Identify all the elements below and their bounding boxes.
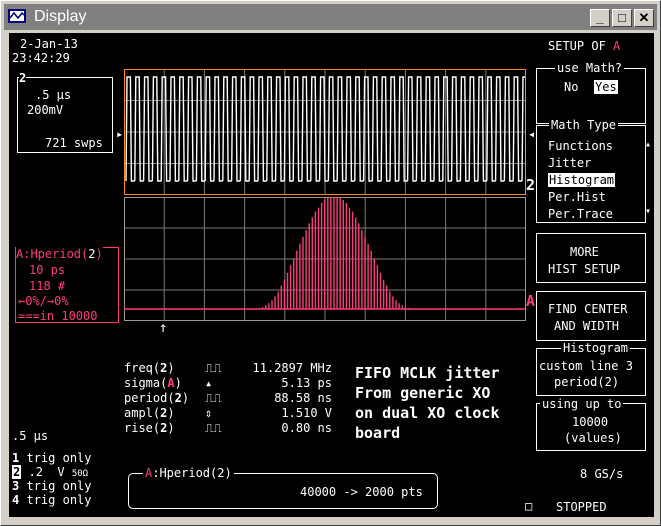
measurement-name: freq(2) bbox=[124, 361, 175, 375]
measurement-value: 1.510 V bbox=[281, 406, 332, 420]
display-app-icon bbox=[8, 9, 26, 23]
setup-trace: A bbox=[613, 39, 621, 53]
upper-trace-marker: 2 bbox=[526, 176, 536, 194]
setup-label: SETUP OF A bbox=[548, 39, 621, 53]
measurement-name: rise(2) bbox=[124, 421, 175, 435]
using-up-to-unit: (values) bbox=[564, 431, 622, 445]
title-bar[interactable]: Display _ □ ✕ bbox=[4, 4, 657, 30]
use-math-menu[interactable] bbox=[536, 68, 646, 124]
time-readout: 23:42:29 bbox=[12, 51, 70, 65]
math-type-title: Math Type bbox=[549, 118, 619, 132]
acquisition-status: STOPPED bbox=[556, 500, 607, 514]
find-center-button[interactable] bbox=[536, 291, 646, 341]
measurement-value: 88.58 ns bbox=[274, 391, 332, 405]
use-math-no[interactable]: No bbox=[564, 80, 578, 94]
math-type-histogram[interactable]: Histogram bbox=[548, 173, 616, 187]
ch1-status[interactable]: 1 trig only bbox=[12, 451, 92, 465]
find-center-line2: AND WIDTH bbox=[554, 319, 620, 333]
math-type-functions[interactable]: Functions bbox=[548, 139, 613, 153]
hist-overflow: ←0%/→0% bbox=[18, 294, 69, 308]
hist-source-value: 40000 -> 2000 pts bbox=[300, 485, 423, 499]
channel-volts: 200mV bbox=[27, 103, 64, 117]
math-type-jitter[interactable]: Jitter bbox=[548, 156, 591, 170]
measurement-icon: ⎍⎍ bbox=[205, 391, 222, 405]
measurement-value: 11.2897 MHz bbox=[252, 361, 332, 375]
hist-bin-count: 118 # bbox=[29, 279, 66, 293]
measurement-name: sigma(A) bbox=[124, 376, 182, 390]
menu-scroll-up-icon[interactable]: ▴ bbox=[645, 138, 651, 152]
annotation-line-3: on dual XO clock bbox=[355, 404, 500, 422]
annotation-line-2: From generic XO bbox=[355, 384, 491, 402]
more-hist-line2: HIST SETUP bbox=[548, 262, 621, 276]
window-title: Display bbox=[34, 8, 87, 25]
sample-rate: 8 GS/s bbox=[580, 467, 624, 481]
acquisition-indicator-icon: □ bbox=[525, 499, 533, 513]
annotation-line-4: board bbox=[355, 424, 401, 442]
using-up-to-value: 10000 bbox=[572, 415, 609, 429]
use-math-yes[interactable]: Yes bbox=[594, 80, 618, 94]
measurement-name: period(2) bbox=[124, 391, 190, 405]
hist-bin-width: 10 ps bbox=[29, 263, 66, 277]
measurement-icon: ⎍⎍ bbox=[205, 421, 222, 435]
ch4-status[interactable]: 4 trig only bbox=[12, 493, 92, 507]
minimize-button[interactable]: _ bbox=[590, 9, 610, 27]
math-type-perhist[interactable]: Per.Hist bbox=[548, 190, 606, 204]
channel-sweeps: 721 swps bbox=[45, 136, 103, 150]
waveform-graticule[interactable] bbox=[124, 69, 526, 195]
measurement-icon: ⇕ bbox=[205, 406, 213, 420]
using-up-to-title: using up to bbox=[540, 397, 624, 411]
ch3-status[interactable]: 3 trig only bbox=[12, 479, 92, 493]
left-trigger-arrow: ▸ bbox=[116, 127, 124, 141]
hist-param-label: A:Hperiod(2) bbox=[16, 247, 103, 261]
measurement-value: 5.13 ps bbox=[281, 376, 332, 390]
date-readout: 2-Jan-13 bbox=[20, 37, 78, 51]
lower-trace-marker: A bbox=[526, 292, 536, 310]
close-button[interactable]: ✕ bbox=[634, 9, 654, 27]
histogram-graticule[interactable] bbox=[124, 197, 526, 321]
histogram-source-title: Histogram bbox=[561, 341, 631, 355]
measurement-value: 0.80 ns bbox=[281, 421, 332, 435]
measurement-icon: ▴ bbox=[205, 376, 213, 390]
measurement-icon: ⎍⎍ bbox=[205, 361, 222, 375]
annotation-line-1: FIFO MCLK jitter bbox=[355, 364, 500, 382]
channel-number: 2 bbox=[19, 71, 27, 85]
menu-scroll-down-icon[interactable]: ▾ bbox=[645, 205, 651, 219]
measurement-name: ampl(2) bbox=[124, 406, 175, 420]
maximize-button[interactable]: □ bbox=[612, 9, 632, 27]
use-math-title: use Math? bbox=[555, 61, 625, 75]
scope-screen: 2-Jan-13 23:42:29 SETUP OF A 2 .5 μs 200… bbox=[9, 33, 654, 517]
hist-source-label: A:Hperiod(2) bbox=[143, 466, 234, 480]
right-trigger-arrow: ◂ bbox=[528, 127, 536, 141]
hist-count: ===in 10000 bbox=[18, 309, 98, 323]
math-type-pertrace[interactable]: Per.Trace bbox=[548, 207, 613, 221]
histogram-source-line2: period(2) bbox=[554, 375, 620, 389]
channel-timebase: .5 μs bbox=[35, 88, 72, 102]
more-hist-line1: MORE bbox=[570, 245, 599, 259]
find-center-line1: FIND CENTER bbox=[548, 302, 628, 316]
histogram-source-line1: custom line 3 bbox=[539, 359, 633, 373]
trigger-position-arrow: ↑ bbox=[159, 320, 168, 336]
waveform-trace bbox=[125, 76, 526, 182]
display-window: Display _ □ ✕ 2-Jan-13 23:42:29 SETUP OF… bbox=[0, 0, 661, 526]
footer-timebase: .5 μs bbox=[12, 429, 49, 443]
